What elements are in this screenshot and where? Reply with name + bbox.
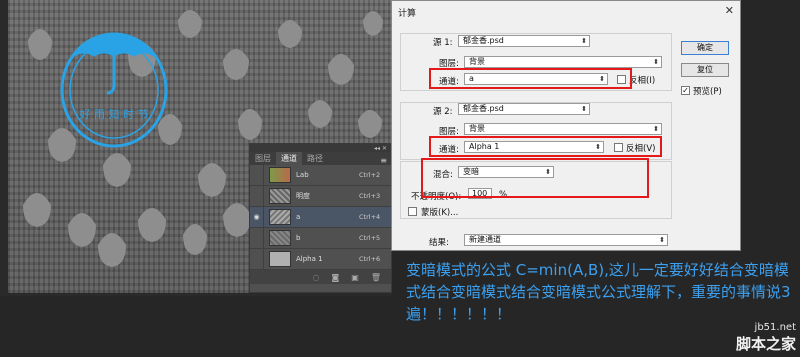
highlight-box-source1-channel xyxy=(429,68,632,89)
channel-shortcut: Ctrl+5 xyxy=(359,234,381,242)
panel-bottom-toolbar: ◌ ◙ ▣ 🗑 xyxy=(250,270,391,284)
channel-name: a xyxy=(296,213,301,221)
channel-name: Lab xyxy=(296,171,309,179)
channel-thumbnail xyxy=(269,230,291,246)
watermark-url: jb51.net xyxy=(754,322,796,333)
svg-text:好 雨 知 时 节: 好 雨 知 时 节 xyxy=(80,107,149,121)
new-channel-icon[interactable]: ▣ xyxy=(351,273,359,282)
reset-button[interactable]: 复位 xyxy=(681,63,729,77)
channel-thumbnail xyxy=(269,209,291,225)
channel-row-b[interactable]: b Ctrl+5 xyxy=(250,228,391,249)
close-icon[interactable]: ✕ xyxy=(725,4,734,17)
panel-topbar: ◂◂ ✕ xyxy=(250,144,391,152)
channel-shortcut: Ctrl+4 xyxy=(359,213,381,221)
channel-thumbnail xyxy=(269,188,291,204)
highlight-box-blend-mode xyxy=(421,158,649,198)
highlight-box-source2-channel xyxy=(429,136,662,157)
preview-checkbox[interactable]: ✓ xyxy=(681,86,690,95)
visibility-toggle[interactable] xyxy=(250,249,264,269)
ok-button[interactable]: 确定 xyxy=(681,41,729,55)
collapse-icon[interactable]: ◂◂ ✕ xyxy=(374,145,387,152)
load-selection-icon[interactable]: ◌ xyxy=(313,273,320,282)
preview-label: 预览(P) xyxy=(693,87,722,97)
channel-name: b xyxy=(296,234,301,242)
tutorial-caption: 变暗模式的公式 C=min(A,B),这儿一定要好好结合变暗模式结合变暗模式结合… xyxy=(406,261,791,323)
channel-name: Alpha 1 xyxy=(296,255,323,263)
channel-shortcut: Ctrl+2 xyxy=(359,171,381,179)
channel-row-alpha1[interactable]: Alpha 1 Ctrl+6 xyxy=(250,249,391,270)
tab-paths[interactable]: 路径 xyxy=(302,152,328,165)
panel-menu-icon[interactable]: ≡ xyxy=(380,156,391,165)
channel-name: 明度 xyxy=(296,192,310,200)
document-canvas: 好 雨 知 时 节 ◂◂ ✕ 图层 通道 路径 ≡ Lab Ctrl+2 明度 … xyxy=(0,0,392,296)
source1-invert-label: 反相(I) xyxy=(629,76,656,86)
visibility-toggle[interactable] xyxy=(250,228,264,248)
visibility-toggle[interactable] xyxy=(250,165,264,185)
source2-file-select[interactable]: 郁金香.psd xyxy=(458,103,590,115)
source2-layer-select[interactable]: 背景 xyxy=(464,123,662,135)
channel-row-lab[interactable]: Lab Ctrl+2 xyxy=(250,165,391,186)
trash-icon[interactable]: 🗑 xyxy=(371,273,381,282)
panel-tabs: 图层 通道 路径 ≡ xyxy=(250,152,391,165)
channel-shortcut: Ctrl+6 xyxy=(359,255,381,263)
source1-label: 源 1: xyxy=(433,38,453,48)
channel-thumbnail xyxy=(269,251,291,267)
watermark-name: 脚本之家 xyxy=(735,335,796,353)
channel-row-lightness[interactable]: 明度 Ctrl+3 xyxy=(250,186,391,207)
channel-shortcut: Ctrl+3 xyxy=(359,192,381,200)
source1-layer-select[interactable]: 背景 xyxy=(464,56,662,68)
visibility-toggle[interactable] xyxy=(250,186,264,206)
umbrella-stamp-logo: 好 雨 知 时 节 xyxy=(60,32,168,148)
channels-panel: ◂◂ ✕ 图层 通道 路径 ≡ Lab Ctrl+2 明度 Ctrl+3 ◉ a… xyxy=(249,143,392,293)
mask-label: 蒙版(K)... xyxy=(421,208,459,218)
result-label: 结果: xyxy=(429,238,449,248)
source1-file-select[interactable]: 郁金香.psd xyxy=(458,35,590,47)
result-select[interactable]: 新建通道 xyxy=(464,234,668,246)
mask-checkbox[interactable] xyxy=(408,207,417,216)
tab-channels[interactable]: 通道 xyxy=(276,152,302,165)
channel-thumbnail xyxy=(269,167,291,183)
site-watermark: jb51.net 脚本之家 xyxy=(736,322,796,354)
save-selection-icon[interactable]: ◙ xyxy=(332,273,340,282)
eye-icon[interactable]: ◉ xyxy=(250,207,264,227)
dialog-title: 计算 xyxy=(398,9,417,19)
source2-label: 源 2: xyxy=(433,107,453,117)
tab-layers[interactable]: 图层 xyxy=(250,152,276,165)
channel-row-a[interactable]: ◉ a Ctrl+4 xyxy=(250,207,391,228)
calculations-dialog: 计算 ✕ 源 1: 郁金香.psd 图层: 背景 通道: a 反相(I) 源 2… xyxy=(391,0,741,251)
